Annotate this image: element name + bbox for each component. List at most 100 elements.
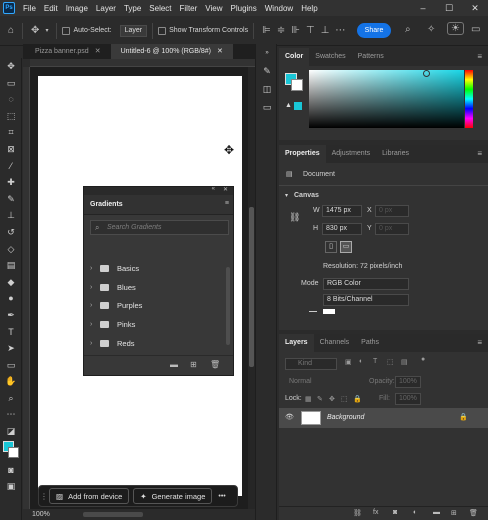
- menu-help[interactable]: Help: [297, 4, 321, 13]
- filter-shape-icon[interactable]: ⬚: [387, 358, 394, 366]
- menu-image[interactable]: Image: [62, 4, 92, 13]
- height-input[interactable]: 830 px: [322, 223, 362, 235]
- quick-mask-icon[interactable]: ◙: [0, 462, 22, 479]
- frame-tool-icon[interactable]: ⊠: [0, 141, 22, 158]
- gradient-tool-icon[interactable]: ▤: [0, 257, 22, 274]
- folder-basics[interactable]: › Basics: [90, 259, 223, 278]
- dodge-tool-icon[interactable]: ●: [0, 290, 22, 307]
- trash-icon[interactable]: 🗑: [210, 360, 220, 369]
- layer-filter-kind[interactable]: Kind: [285, 358, 337, 370]
- tab-pizza-banner[interactable]: Pizza banner.psd ✕: [23, 44, 111, 59]
- tab-properties[interactable]: Properties: [279, 145, 326, 163]
- zoom-tool-icon[interactable]: ⌕: [0, 390, 22, 407]
- more-options-icon[interactable]: ⋯: [335, 25, 345, 36]
- zoom-level[interactable]: 100%: [32, 511, 50, 518]
- panel-menu-icon[interactable]: ≡: [477, 338, 482, 347]
- auto-select-checkbox[interactable]: [62, 26, 71, 35]
- share-button[interactable]: Share: [357, 23, 391, 38]
- collapse-icon[interactable]: «: [212, 186, 215, 192]
- panel-drag-bar[interactable]: « ✕: [84, 186, 233, 195]
- search-gradients-input[interactable]: Search Gradients: [90, 220, 229, 235]
- new-group-icon[interactable]: ▬: [170, 360, 178, 369]
- close-icon[interactable]: ✕: [95, 44, 101, 59]
- canvas-fill-swatch[interactable]: [323, 309, 335, 314]
- mask-icon[interactable]: ◙: [393, 509, 397, 516]
- blur-tool-icon[interactable]: ◆: [0, 274, 22, 291]
- object-selection-tool-icon[interactable]: ⬚: [0, 108, 22, 125]
- align-right-icon[interactable]: ⊪: [291, 25, 300, 36]
- gradients-scrollbar[interactable]: [226, 267, 230, 345]
- close-icon[interactable]: ✕: [217, 44, 223, 59]
- chevron-right-icon[interactable]: ›: [90, 340, 100, 347]
- artboard-tool-icon[interactable]: ▭: [0, 75, 22, 92]
- web-safe-swatch[interactable]: [294, 102, 302, 110]
- eye-icon[interactable]: 👁: [285, 413, 294, 421]
- y-input[interactable]: 0 px: [375, 223, 409, 235]
- menu-plugins[interactable]: Plugins: [227, 4, 261, 13]
- x-input[interactable]: 0 px: [375, 205, 409, 217]
- menu-window[interactable]: Window: [261, 4, 297, 13]
- align-bottom-icon[interactable]: ⊥: [321, 25, 330, 36]
- lock-transparent-icon[interactable]: ▦: [305, 395, 312, 403]
- pen-tool-icon[interactable]: ✒: [0, 307, 22, 324]
- brush-tool-icon[interactable]: ✎: [0, 191, 22, 208]
- rectangle-tool-icon[interactable]: ▭: [0, 357, 22, 374]
- tab-color[interactable]: Color: [279, 48, 310, 66]
- learn-icon[interactable]: ✎: [256, 62, 278, 80]
- minimize-button[interactable]: –: [410, 0, 436, 16]
- width-input[interactable]: 1475 px: [322, 205, 362, 217]
- blend-mode-dropdown[interactable]: Normal: [285, 376, 345, 388]
- menu-edit[interactable]: Edit: [40, 4, 62, 13]
- drag-handle-icon[interactable]: ⋮: [39, 492, 49, 501]
- bit-depth-dropdown[interactable]: 8 Bits/Channel: [323, 294, 409, 306]
- move-tool-icon[interactable]: ✥: [31, 25, 39, 36]
- landscape-orientation-icon[interactable]: ▭: [340, 241, 352, 253]
- horizontal-scrollbar[interactable]: [83, 512, 143, 517]
- help-icon[interactable]: ✧: [427, 24, 435, 35]
- more-options-button[interactable]: •••: [218, 493, 225, 500]
- clone-stamp-tool-icon[interactable]: ⊥: [0, 207, 22, 224]
- menu-select[interactable]: Select: [145, 4, 175, 13]
- history-icon[interactable]: ◫: [256, 80, 278, 98]
- link-icon[interactable]: ⛓: [289, 212, 300, 223]
- tab-untitled-6[interactable]: Untitled-6 @ 100% (RGB/8#) ✕: [110, 44, 233, 59]
- trash-icon[interactable]: 🗑: [469, 509, 478, 517]
- opacity-input[interactable]: 100%: [395, 376, 421, 388]
- menu-file[interactable]: File: [19, 4, 40, 13]
- chevron-right-icon[interactable]: ›: [90, 302, 100, 309]
- align-left-icon[interactable]: ⊫: [262, 25, 271, 36]
- spot-healing-tool-icon[interactable]: ✚: [0, 174, 22, 191]
- chevron-right-icon[interactable]: ›: [90, 321, 100, 328]
- close-icon[interactable]: ✕: [223, 186, 228, 193]
- color-swatches[interactable]: [0, 440, 22, 462]
- add-from-device-button[interactable]: ▨ Add from device: [49, 488, 130, 504]
- panel-menu-icon[interactable]: ≡: [225, 200, 229, 207]
- discover-icon[interactable]: ☀: [447, 22, 464, 35]
- folder-reds[interactable]: › Reds: [90, 334, 223, 353]
- adjustment-layer-icon[interactable]: ◐: [413, 509, 417, 516]
- background-color-swatch[interactable]: [291, 79, 303, 91]
- folder-pinks[interactable]: › Pinks: [90, 315, 223, 334]
- hue-slider[interactable]: [465, 70, 473, 128]
- tab-layers[interactable]: Layers: [279, 334, 314, 352]
- type-tool-icon[interactable]: T: [0, 324, 22, 341]
- default-colors-icon[interactable]: ◪: [0, 423, 22, 440]
- tab-paths[interactable]: Paths: [355, 334, 385, 352]
- history-brush-tool-icon[interactable]: ↺: [0, 224, 22, 241]
- home-icon[interactable]: ⌂: [8, 25, 14, 36]
- crop-tool-icon[interactable]: ⌗: [0, 124, 22, 141]
- filter-toggle-icon[interactable]: ●: [421, 356, 425, 363]
- path-selection-tool-icon[interactable]: ➤: [0, 340, 22, 357]
- lock-position-icon[interactable]: ✥: [329, 395, 335, 403]
- fx-icon[interactable]: fx: [373, 509, 378, 516]
- panel-menu-icon[interactable]: ≡: [477, 149, 482, 158]
- menu-type[interactable]: Type: [120, 4, 145, 13]
- close-window-button[interactable]: ✕: [462, 0, 488, 16]
- more-tools-icon[interactable]: ⋯: [0, 406, 22, 423]
- align-center-icon[interactable]: ≑: [277, 25, 285, 36]
- menu-layer[interactable]: Layer: [92, 4, 120, 13]
- chevron-right-icon[interactable]: ›: [90, 284, 100, 291]
- eyedropper-tool-icon[interactable]: ⁄: [0, 158, 22, 175]
- move-tool-icon[interactable]: ✥: [0, 58, 22, 75]
- search-icon[interactable]: ⌕: [405, 24, 411, 35]
